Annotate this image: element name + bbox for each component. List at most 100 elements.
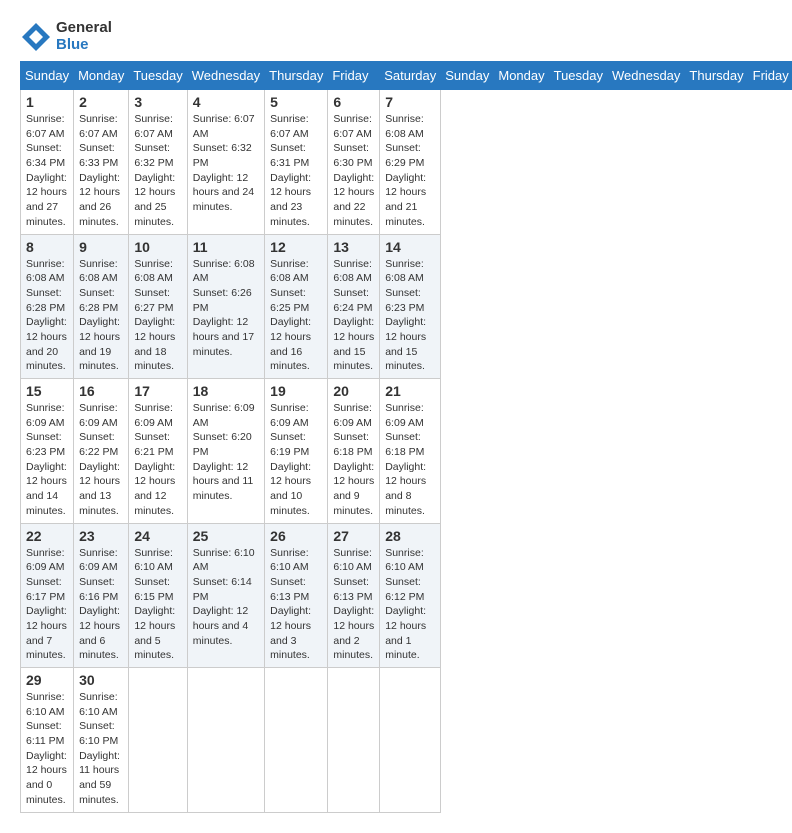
day-info: Sunrise: 6:08 AMSunset: 6:28 PMDaylight:…: [26, 257, 68, 375]
day-number: 17: [134, 383, 181, 399]
calendar-header-row: SundayMondayTuesdayWednesdayThursdayFrid…: [21, 62, 792, 90]
day-info: Sunrise: 6:08 AMSunset: 6:28 PMDaylight:…: [79, 257, 123, 375]
header-sunday: Sunday: [21, 62, 74, 90]
day-info: Sunrise: 6:09 AMSunset: 6:21 PMDaylight:…: [134, 401, 181, 519]
day-number: 7: [385, 94, 435, 110]
day-number: 9: [79, 239, 123, 255]
day-info: Sunrise: 6:10 AMSunset: 6:11 PMDaylight:…: [26, 690, 68, 808]
day-info: Sunrise: 6:09 AMSunset: 6:19 PMDaylight:…: [270, 401, 322, 519]
day-number: 5: [270, 94, 322, 110]
day-number: 26: [270, 528, 322, 544]
day-info: Sunrise: 6:08 AMSunset: 6:25 PMDaylight:…: [270, 257, 322, 375]
day-cell-25: 25Sunrise: 6:10 AMSunset: 6:14 PMDayligh…: [187, 523, 264, 668]
day-cell-23: 23Sunrise: 6:09 AMSunset: 6:16 PMDayligh…: [74, 523, 129, 668]
day-number: 16: [79, 383, 123, 399]
calendar-week-4: 22 Sunrise: 6:09 AMSunset: 6:17 PMDayligh…: [21, 523, 792, 668]
day-number: 29: [26, 672, 68, 688]
day-cell-1: 1 Sunrise: 6:07 AMSunset: 6:34 PMDaylight…: [21, 90, 74, 235]
day-number: 2: [79, 94, 123, 110]
day-number: 30: [79, 672, 123, 688]
header-monday: Monday: [494, 62, 549, 90]
day-cell-14: 14 Sunrise: 6:08 AMSunset: 6:23 PMDayligh…: [380, 234, 441, 379]
day-info: Sunrise: 6:10 AMSunset: 6:13 PMDaylight:…: [333, 546, 374, 664]
day-info: Sunrise: 6:09 AMSunset: 6:20 PMDaylight:…: [193, 401, 259, 504]
page-header: General Blue: [20, 20, 772, 53]
day-number: 15: [26, 383, 68, 399]
day-info: Sunrise: 6:10 AMSunset: 6:12 PMDaylight:…: [385, 546, 435, 664]
day-cell-10: 10Sunrise: 6:08 AMSunset: 6:27 PMDayligh…: [129, 234, 187, 379]
day-cell-15: 15 Sunrise: 6:09 AMSunset: 6:23 PMDayligh…: [21, 379, 74, 524]
day-number: 6: [333, 94, 374, 110]
day-cell-4: 4 Sunrise: 6:07 AMSunset: 6:32 PMDaylight…: [187, 90, 264, 235]
day-number: 4: [193, 94, 259, 110]
day-cell-21: 21 Sunrise: 6:09 AMSunset: 6:18 PMDayligh…: [380, 379, 441, 524]
header-friday: Friday: [328, 62, 380, 90]
day-cell-17: 17 Sunrise: 6:09 AMSunset: 6:21 PMDayligh…: [129, 379, 187, 524]
header-wednesday: Wednesday: [608, 62, 685, 90]
day-number: 14: [385, 239, 435, 255]
header-wednesday: Wednesday: [187, 62, 264, 90]
day-number: 25: [193, 528, 259, 544]
day-number: 19: [270, 383, 322, 399]
day-cell-13: 13Sunrise: 6:08 AMSunset: 6:24 PMDayligh…: [328, 234, 380, 379]
day-cell-27: 27 Sunrise: 6:10 AMSunset: 6:13 PMDayligh…: [328, 523, 380, 668]
day-number: 27: [333, 528, 374, 544]
day-number: 28: [385, 528, 435, 544]
day-cell-20: 20 Sunrise: 6:09 AMSunset: 6:18 PMDayligh…: [328, 379, 380, 524]
day-info: Sunrise: 6:08 AMSunset: 6:23 PMDaylight:…: [385, 257, 435, 375]
day-info: Sunrise: 6:09 AMSunset: 6:18 PMDaylight:…: [333, 401, 374, 519]
logo: General Blue: [20, 20, 112, 53]
header-monday: Monday: [74, 62, 129, 90]
day-cell-3: 3 Sunrise: 6:07 AMSunset: 6:32 PMDaylight…: [129, 90, 187, 235]
day-cell-16: 16 Sunrise: 6:09 AMSunset: 6:22 PMDayligh…: [74, 379, 129, 524]
day-info: Sunrise: 6:07 AMSunset: 6:32 PMDaylight:…: [193, 112, 259, 215]
empty-cell: [328, 668, 380, 813]
day-cell-7: 7Sunrise: 6:08 AMSunset: 6:29 PMDaylight…: [380, 90, 441, 235]
day-info: Sunrise: 6:08 AMSunset: 6:27 PMDaylight:…: [134, 257, 181, 375]
day-cell-8: 8 Sunrise: 6:08 AMSunset: 6:28 PMDaylight…: [21, 234, 74, 379]
day-cell-19: 19 Sunrise: 6:09 AMSunset: 6:19 PMDayligh…: [265, 379, 328, 524]
empty-cell: [265, 668, 328, 813]
day-number: 23: [79, 528, 123, 544]
day-info: Sunrise: 6:07 AMSunset: 6:32 PMDaylight:…: [134, 112, 181, 230]
day-cell-12: 12 Sunrise: 6:08 AMSunset: 6:25 PMDayligh…: [265, 234, 328, 379]
calendar-week-2: 8 Sunrise: 6:08 AMSunset: 6:28 PMDaylight…: [21, 234, 792, 379]
day-info: Sunrise: 6:08 AMSunset: 6:24 PMDaylight:…: [333, 257, 374, 375]
calendar-week-1: 1 Sunrise: 6:07 AMSunset: 6:34 PMDaylight…: [21, 90, 792, 235]
header-saturday: Saturday: [380, 62, 441, 90]
day-number: 1: [26, 94, 68, 110]
day-info: Sunrise: 6:09 AMSunset: 6:23 PMDaylight:…: [26, 401, 68, 519]
empty-cell: [380, 668, 441, 813]
header-friday: Friday: [748, 62, 792, 90]
header-thursday: Thursday: [265, 62, 328, 90]
day-info: Sunrise: 6:08 AMSunset: 6:26 PMDaylight:…: [193, 257, 259, 360]
empty-cell: [129, 668, 187, 813]
day-info: Sunrise: 6:07 AMSunset: 6:33 PMDaylight:…: [79, 112, 123, 230]
day-cell-22: 22 Sunrise: 6:09 AMSunset: 6:17 PMDayligh…: [21, 523, 74, 668]
day-number: 22: [26, 528, 68, 544]
day-info: Sunrise: 6:07 AMSunset: 6:34 PMDaylight:…: [26, 112, 68, 230]
day-info: Sunrise: 6:10 AMSunset: 6:15 PMDaylight:…: [134, 546, 181, 664]
day-number: 21: [385, 383, 435, 399]
day-number: 3: [134, 94, 181, 110]
day-cell-28: 28 Sunrise: 6:10 AMSunset: 6:12 PMDayligh…: [380, 523, 441, 668]
day-info: Sunrise: 6:09 AMSunset: 6:18 PMDaylight:…: [385, 401, 435, 519]
day-info: Sunrise: 6:07 AMSunset: 6:30 PMDaylight:…: [333, 112, 374, 230]
header-sunday: Sunday: [441, 62, 494, 90]
day-number: 12: [270, 239, 322, 255]
day-cell-30: 30 Sunrise: 6:10 AMSunset: 6:10 PMDayligh…: [74, 668, 129, 813]
header-thursday: Thursday: [685, 62, 748, 90]
day-number: 8: [26, 239, 68, 255]
logo-blue: Blue: [56, 36, 89, 53]
day-number: 11: [193, 239, 259, 255]
day-info: Sunrise: 6:09 AMSunset: 6:22 PMDaylight:…: [79, 401, 123, 519]
day-number: 20: [333, 383, 374, 399]
logo-general: General: [56, 19, 112, 36]
calendar-week-3: 15 Sunrise: 6:09 AMSunset: 6:23 PMDayligh…: [21, 379, 792, 524]
day-info: Sunrise: 6:09 AMSunset: 6:17 PMDaylight:…: [26, 546, 68, 664]
calendar-table: SundayMondayTuesdayWednesdayThursdayFrid…: [20, 61, 792, 813]
day-cell-5: 5Sunrise: 6:07 AMSunset: 6:31 PMDaylight…: [265, 90, 328, 235]
logo-icon: [20, 21, 52, 53]
day-info: Sunrise: 6:10 AMSunset: 6:10 PMDaylight:…: [79, 690, 123, 808]
day-cell-26: 26Sunrise: 6:10 AMSunset: 6:13 PMDayligh…: [265, 523, 328, 668]
